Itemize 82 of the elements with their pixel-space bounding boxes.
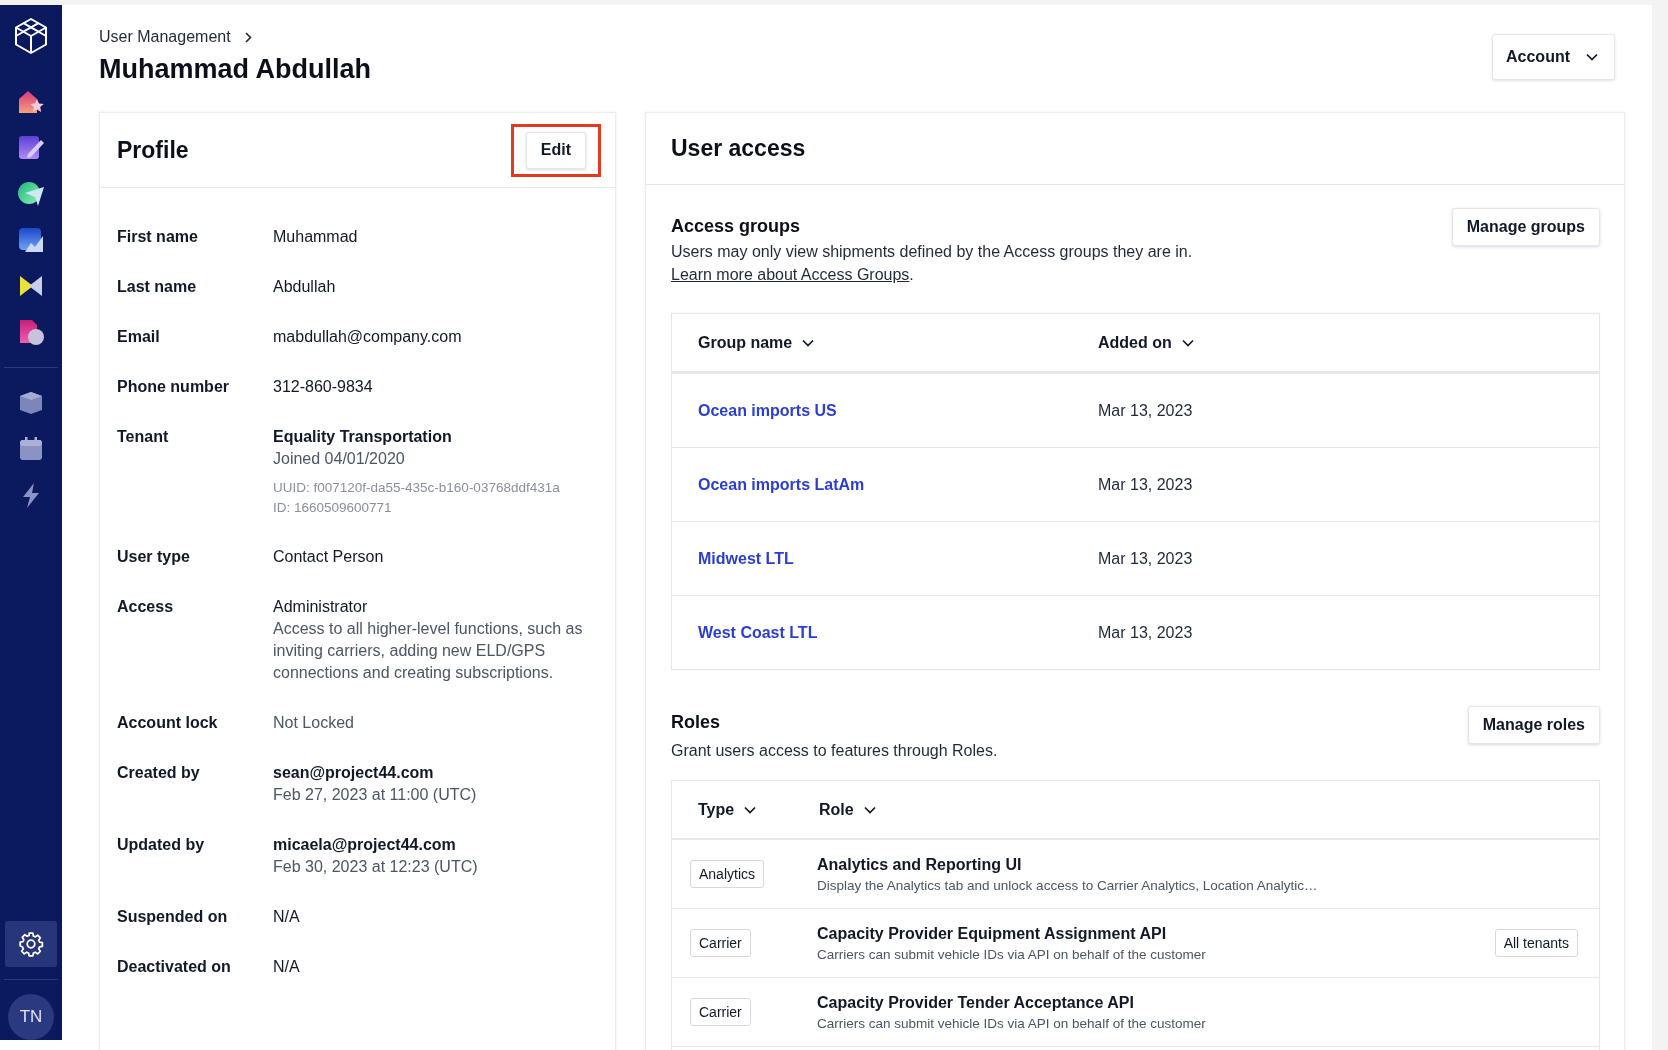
table-cell: Mar 13, 2023 [1098,549,1193,568]
section-description: Grant users access to features through Roles. [671,741,998,761]
field-label: Tenant [117,427,170,447]
field-value: N/A [273,957,300,977]
account-button[interactable]: Account [1492,34,1615,80]
chevron-down-icon [744,805,757,814]
role-description: Display the Analytics tab and unlock access to Carrier Analytics, Location Analytic… [817,877,1318,893]
calendar-icon [17,435,45,463]
settings-icon [18,931,44,957]
user-avatar[interactable]: TN [8,994,54,1040]
chart-icon [17,226,45,254]
type-tag: Analytics [690,860,765,888]
table-cell: Mar 13, 2023 [1098,401,1193,420]
chevron-down-icon [1586,53,1598,61]
field-value: micaela@project44.com [273,835,456,855]
table-cell: Mar 13, 2023 [1098,475,1193,494]
role-name: Analytics and Reporting UI [817,855,1022,874]
field-value: Abdullah [273,277,336,297]
field-value: Joined 04/01/2020 [273,449,405,469]
manage-groups-button[interactable]: Manage groups [1451,208,1600,246]
field-label: Phone number [117,377,230,397]
field-label: First name [117,227,199,247]
group-link[interactable]: Ocean imports US [698,401,837,419]
paper-plane-icon [17,180,45,208]
manage-roles-button[interactable]: Manage roles [1467,706,1600,744]
field-value: Administrator [273,597,368,617]
column-header[interactable]: Role [819,800,876,819]
field-value: Feb 30, 2023 at 12:23 (UTC) [273,857,478,877]
field-label: User type [117,547,191,567]
field-value: Access to all higher-level functions, such as inviting carriers, adding new ELD/GPS connections and creating subscriptions. [273,619,584,683]
role-name: Capacity Provider Equipment Assignment API [817,924,1167,943]
column-header[interactable]: Type [698,800,757,819]
section-description: Users may only view shipments defined by the Access groups they are in. Learn more about Access Groups. [671,242,1193,285]
field-value: 312-860-9834 [273,377,373,397]
scope-tag: All tenants [1494,929,1578,957]
document-icon [17,318,45,346]
chevron-right-icon [244,31,252,43]
chevron-down-icon [863,805,876,814]
role-description: Carriers can submit vehicle IDs via API on behalf of the customer [817,946,1206,962]
field-label: Last name [117,277,198,297]
field-value: Not Locked [273,713,354,733]
field-value: N/A [273,907,300,927]
chevron-down-icon [1181,338,1194,347]
field-value: Feb 27, 2023 at 11:00 (UTC) [273,785,477,805]
field-value: ID: 1660509600771 [273,499,392,517]
field-label: Suspended on [117,907,229,927]
field-label: Account lock [117,713,219,733]
cube-icon [17,389,45,417]
learn-more-link[interactable]: Learn more about Access Groups [671,266,910,283]
cube-logo-icon[interactable] [13,17,49,55]
field-label: Created by [117,763,201,783]
pencil-icon [17,134,45,162]
sidebar-item[interactable] [5,921,57,967]
field-value: Muhammad [273,227,358,247]
field-label: Deactivated on [117,957,232,977]
column-header[interactable]: Added on [1098,333,1194,352]
chevron-down-icon [802,338,815,347]
column-header[interactable]: Group name [698,333,815,352]
edit-button[interactable]: Edit [525,131,586,169]
type-tag: Carrier [690,929,751,957]
breadcrumb-link[interactable]: User Management [99,28,231,46]
field-value: Equality Transportation [273,427,452,447]
house-star-icon [17,88,45,116]
field-value: Contact Person [273,547,384,567]
page-title: Muhammad Abdullah [99,54,371,85]
type-tag: Carrier [690,998,751,1026]
field-value: mabdullah@company.com [273,327,462,347]
field-label: Updated by [117,835,206,855]
table-cell: Mar 13, 2023 [1098,623,1193,642]
field-label: Email [117,327,161,347]
group-link[interactable]: West Coast LTL [698,623,818,641]
role-name: Capacity Provider Tender Acceptance API [817,993,1134,1012]
field-label: Access [117,597,175,617]
section-title: Roles [671,711,722,733]
field-value: UUID: f007120f-da55-435c-b160-03768ddf431a [273,479,560,497]
card-title: Profile [117,136,189,164]
field-value: sean@project44.com [273,763,434,783]
card-title: User access [671,135,806,162]
group-link[interactable]: Ocean imports LatAm [698,475,865,493]
section-title: Access groups [671,215,802,237]
group-link[interactable]: Midwest LTL [698,549,794,567]
role-description: Carriers can submit vehicle IDs via API on behalf of the customer [817,1015,1206,1031]
